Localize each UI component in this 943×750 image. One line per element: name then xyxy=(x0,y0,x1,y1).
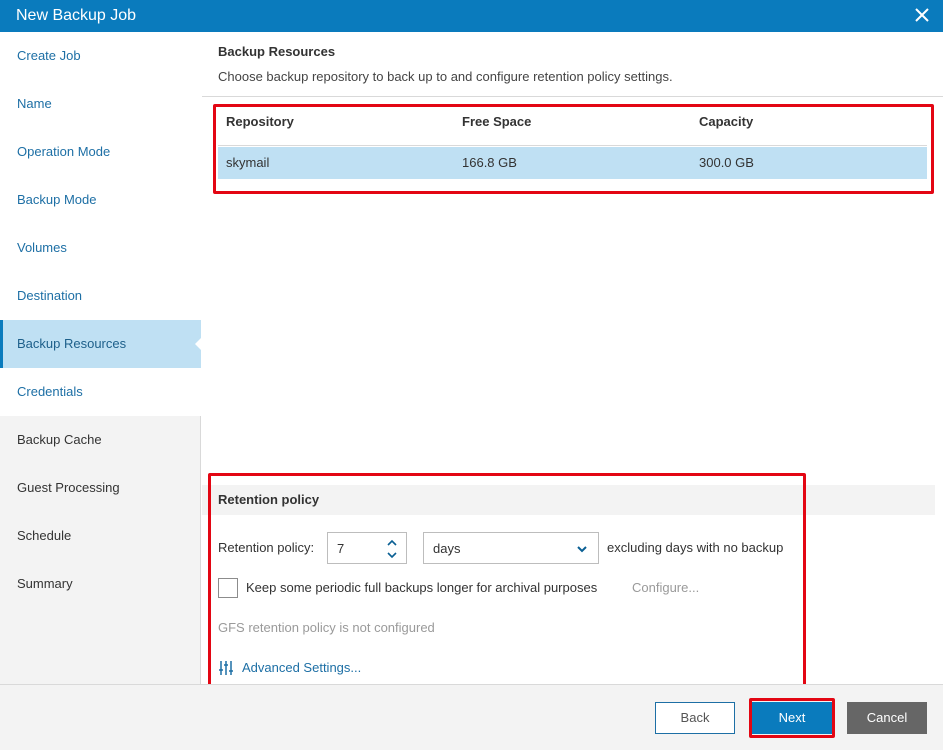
step-summary[interactable]: Summary xyxy=(0,560,201,608)
step-credentials[interactable]: Credentials xyxy=(0,368,201,416)
retention-value: 7 xyxy=(337,541,345,556)
step-destination[interactable]: Destination xyxy=(0,272,201,320)
retention-section-title: Retention policy xyxy=(218,492,320,507)
step-schedule[interactable]: Schedule xyxy=(0,512,201,560)
retention-suffix: excluding days with no backup xyxy=(607,540,784,555)
column-header-capacity[interactable]: Capacity xyxy=(699,106,753,138)
wizard-steps-sidebar: Create Job Name Operation Mode Backup Mo… xyxy=(0,32,202,684)
step-create-job[interactable]: Create Job xyxy=(0,32,201,80)
retention-unit-value: days xyxy=(433,541,461,556)
table-row[interactable]: skymail 166.8 GB 300.0 GB xyxy=(218,147,927,179)
wizard-footer: Back Next Cancel xyxy=(0,684,943,750)
table-header: Repository Free Space Capacity xyxy=(218,106,927,146)
retention-unit-select[interactable]: days xyxy=(423,532,599,564)
column-header-free-space[interactable]: Free Space xyxy=(462,106,531,138)
advanced-settings-link[interactable]: Advanced Settings... xyxy=(242,660,361,675)
cancel-button[interactable]: Cancel xyxy=(847,702,927,734)
column-header-repository[interactable]: Repository xyxy=(226,106,294,138)
page-title: Backup Resources xyxy=(218,44,336,59)
title-bar: New Backup Job xyxy=(0,0,943,32)
window-title: New Backup Job xyxy=(16,7,137,24)
back-button[interactable]: Back xyxy=(655,702,735,734)
cell-repository: skymail xyxy=(226,155,270,170)
gfs-status-text: GFS retention policy is not configured xyxy=(218,620,435,635)
step-backup-cache[interactable]: Backup Cache xyxy=(0,416,201,464)
sliders-icon[interactable] xyxy=(218,660,234,676)
step-backup-mode[interactable]: Backup Mode xyxy=(0,176,201,224)
next-button[interactable]: Next xyxy=(752,702,832,734)
retention-policy-label: Retention policy: xyxy=(218,540,315,555)
step-operation-mode[interactable]: Operation Mode xyxy=(0,128,201,176)
header-divider xyxy=(202,96,943,97)
gfs-checkbox-label[interactable]: Keep some periodic full backups longer f… xyxy=(246,580,597,595)
cell-capacity: 300.0 GB xyxy=(699,155,754,170)
close-icon[interactable] xyxy=(913,6,931,24)
retention-section-header: Retention policy xyxy=(202,485,935,515)
configure-gfs-link[interactable]: Configure... xyxy=(632,580,699,595)
chevron-down-icon xyxy=(576,543,588,555)
stepper-arrows-icon[interactable] xyxy=(386,536,398,562)
step-volumes[interactable]: Volumes xyxy=(0,224,201,272)
step-guest-processing[interactable]: Guest Processing xyxy=(0,464,201,512)
repository-table: Repository Free Space Capacity skymail 1… xyxy=(218,106,927,179)
cell-free-space: 166.8 GB xyxy=(462,155,517,170)
retention-value-stepper[interactable]: 7 xyxy=(327,532,407,564)
step-content: Backup Resources Choose backup repositor… xyxy=(202,32,943,687)
step-backup-resources[interactable]: Backup Resources xyxy=(0,320,202,368)
step-name[interactable]: Name xyxy=(0,80,201,128)
page-description: Choose backup repository to back up to a… xyxy=(218,69,673,84)
gfs-checkbox[interactable] xyxy=(218,578,238,598)
